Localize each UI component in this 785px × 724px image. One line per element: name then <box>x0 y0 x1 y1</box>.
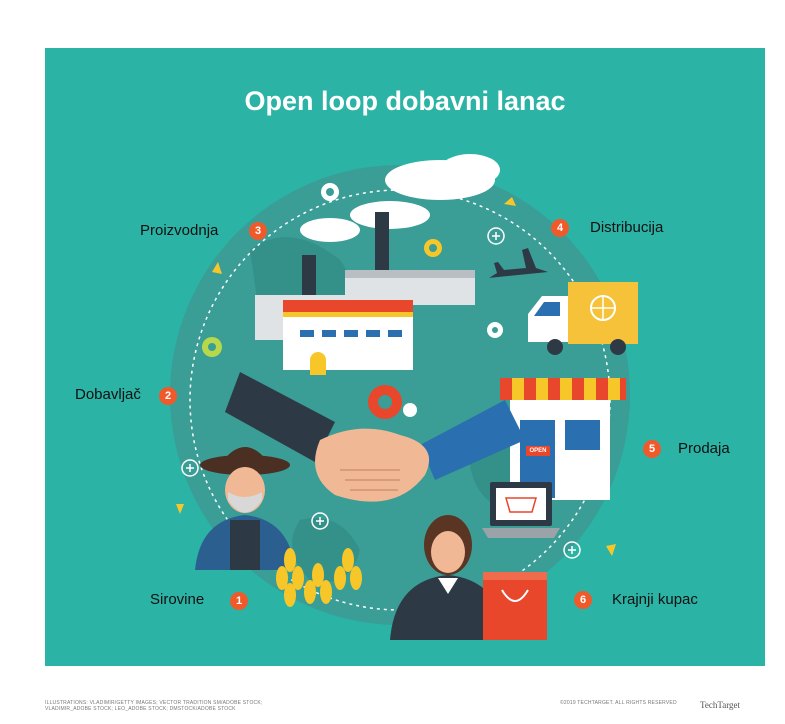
stage-number-badge: 6 <box>574 591 592 609</box>
illustration-credits: ILLUSTRATIONS: VLADIMIR/GETTY IMAGES; VE… <box>45 700 263 712</box>
gear-icon <box>321 183 339 201</box>
gear-icon <box>202 337 222 357</box>
shop-open-sign: OPEN <box>529 448 547 454</box>
copyright-notice: ©2019 TECHTARGET. ALL RIGHTS RESERVED <box>560 700 677 706</box>
arrow-icon <box>606 544 616 556</box>
techtarget-logo: TechTarget <box>700 700 741 710</box>
stage-number-badge: 5 <box>643 440 661 458</box>
stage-label-sirovine: Sirovine <box>150 591 205 608</box>
arrow-icon <box>176 504 184 514</box>
stage-label-proizvodnja: Proizvodnja <box>140 222 219 239</box>
stage-number-badge: 2 <box>159 387 177 405</box>
shopping-bag-icon <box>483 572 547 640</box>
laptop-icon <box>482 482 560 538</box>
stage-label-krajnji-kupac: Krajnji kupac <box>612 591 698 608</box>
gear-icon <box>487 322 503 338</box>
stage-label-dobavljac: Dobavljač <box>75 386 141 403</box>
stage-number-badge: 4 <box>551 219 569 237</box>
stage-label-distribucija: Distribucija <box>590 219 664 236</box>
stage-label-prodaja: Prodaja <box>678 440 730 457</box>
gear-icon <box>424 239 442 257</box>
stage-number-badge: 3 <box>249 222 267 240</box>
diagram-title: Open loop dobavni lanac <box>244 86 566 116</box>
stage-number-badge: 1 <box>230 592 248 610</box>
